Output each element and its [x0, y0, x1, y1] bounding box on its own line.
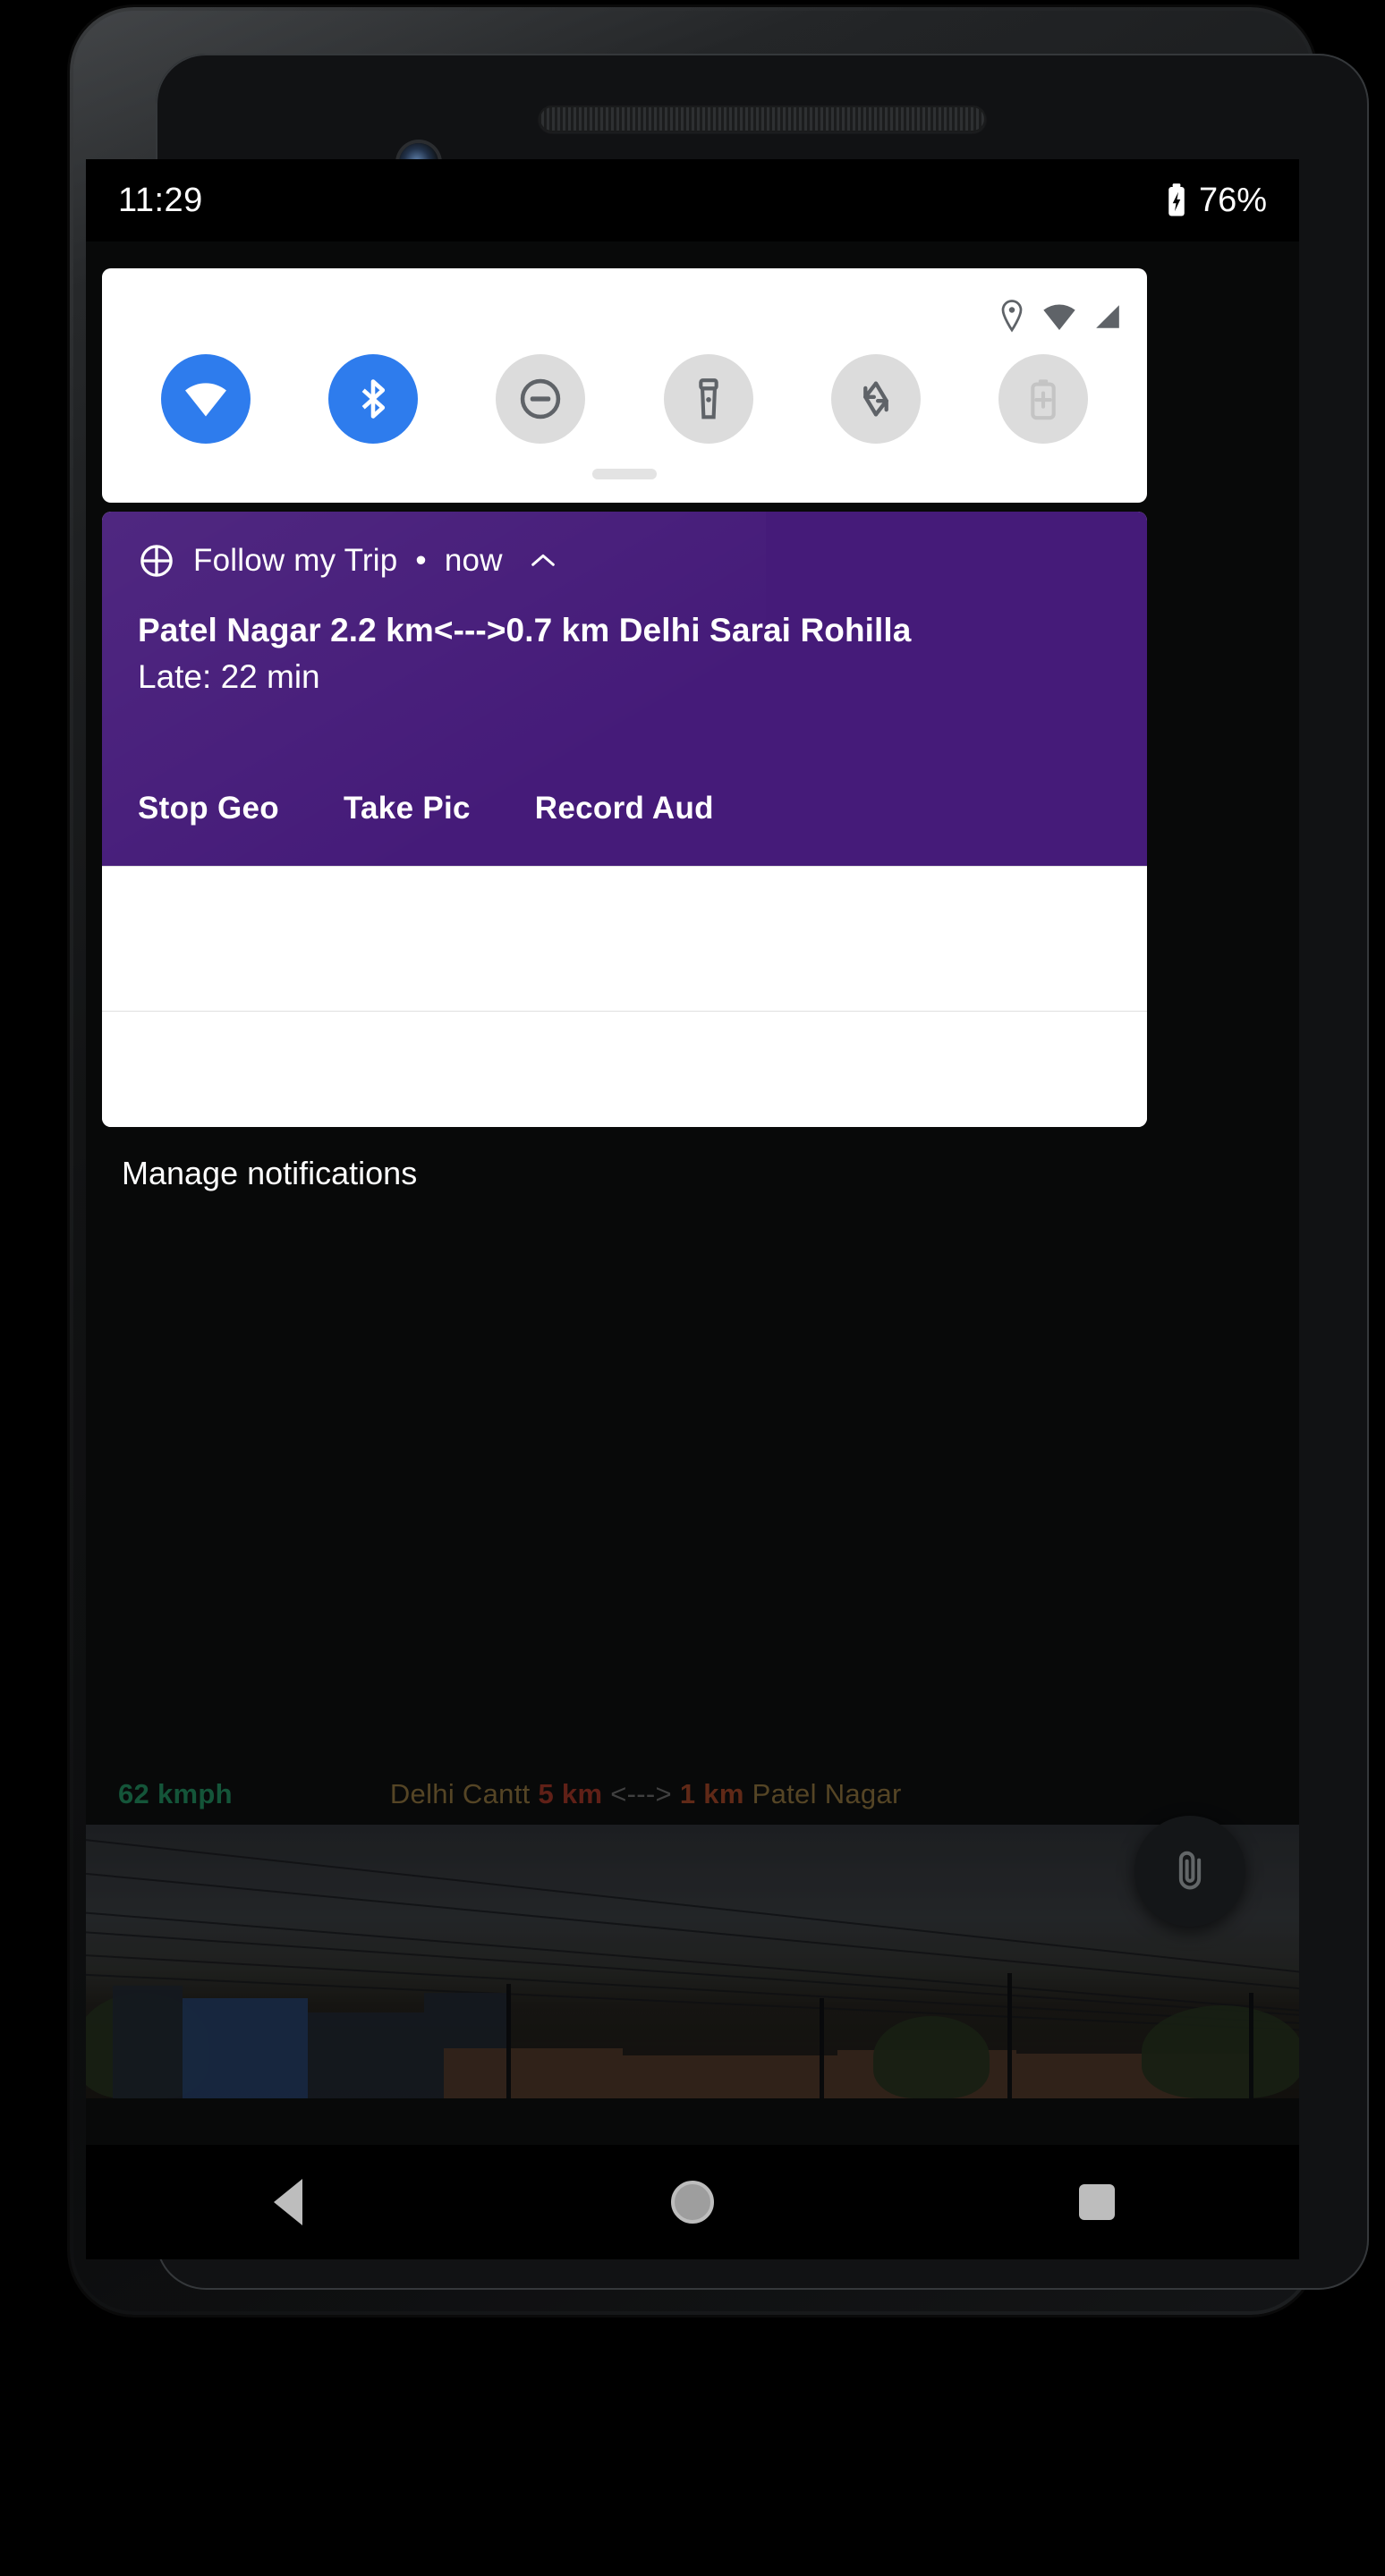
notification-card[interactable]: [102, 866, 1147, 1011]
notification-shade: Follow my Trip • now Patel Nagar 2.2 km<…: [102, 512, 1147, 1127]
stop-geo-action[interactable]: Stop Geo: [138, 791, 279, 826]
back-button[interactable]: [225, 2162, 351, 2242]
wifi-icon: [184, 383, 226, 417]
notification-actions: Stop Geo Take Pic Record Aud: [138, 791, 714, 826]
flashlight-icon: [698, 378, 718, 419]
screenshot-root: 62 kmph Delhi Cantt 5 km <---> 1 km Pate…: [0, 0, 1385, 2576]
notification-app-name: Follow my Trip: [193, 543, 398, 578]
battery-percent: 76%: [1198, 181, 1267, 219]
auto-rotate-tile[interactable]: [830, 354, 921, 444]
flashlight-tile[interactable]: [663, 354, 753, 444]
bluetooth-tile[interactable]: [327, 354, 418, 444]
notification-time: now: [444, 543, 503, 578]
phone-screen: 62 kmph Delhi Cantt 5 km <---> 1 km Pate…: [86, 159, 1299, 2259]
status-right: 76%: [1163, 182, 1267, 220]
status-bar: 11:29 76%: [86, 159, 1299, 242]
earpiece-speaker-icon: [539, 106, 986, 132]
crosshair-globe-icon: [138, 542, 175, 580]
battery-charging-icon: [1168, 183, 1185, 216]
notification-title: Patel Nagar 2.2 km<--->0.7 km Delhi Sara…: [138, 612, 912, 648]
take-pic-action[interactable]: Take Pic: [344, 791, 471, 826]
qs-status-icons: [998, 299, 1122, 335]
navigation-bar: [86, 2145, 1299, 2259]
recents-button[interactable]: [1034, 2162, 1160, 2242]
quick-settings-panel: [102, 268, 1147, 503]
location-icon: [1001, 300, 1023, 333]
battery-saver-icon: [1031, 379, 1057, 420]
notification-subtitle: Late: 22 min: [138, 658, 320, 695]
cell-signal-icon: [1096, 305, 1119, 328]
recents-square-icon: [1079, 2184, 1115, 2220]
manage-notifications-row[interactable]: Manage notifications: [102, 1134, 1147, 1213]
record-aud-action[interactable]: Record Aud: [535, 791, 714, 826]
drag-handle[interactable]: [592, 469, 657, 479]
wifi-tile[interactable]: [160, 354, 251, 444]
home-button[interactable]: [630, 2162, 755, 2242]
manage-notifications-label: Manage notifications: [122, 1155, 418, 1191]
auto-rotate-icon: [863, 381, 888, 417]
do-not-disturb-icon: [521, 378, 561, 419]
do-not-disturb-tile[interactable]: [496, 354, 586, 444]
notification-separator: •: [415, 543, 427, 578]
home-circle-icon: [671, 2181, 714, 2224]
trip-notification[interactable]: Follow my Trip • now Patel Nagar 2.2 km<…: [102, 512, 1147, 866]
notification-header: Follow my Trip • now: [138, 542, 1111, 580]
battery-saver-tile[interactable]: [998, 354, 1089, 444]
bluetooth-icon: [361, 379, 386, 419]
qs-tiles-row: [102, 354, 1147, 444]
wifi-icon: [1043, 304, 1075, 330]
chevron-up-icon[interactable]: [528, 550, 558, 572]
back-triangle-icon: [274, 2179, 302, 2225]
notification-card[interactable]: [102, 1011, 1147, 1127]
status-time: 11:29: [118, 181, 203, 219]
